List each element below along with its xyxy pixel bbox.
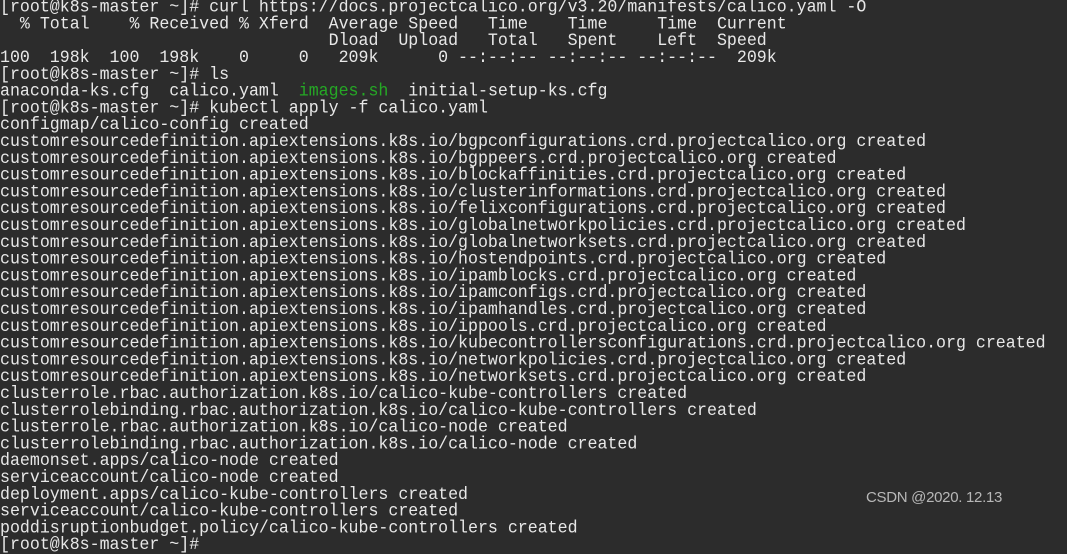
- terminal-line: [root@k8s-master ~]#: [0, 537, 1046, 554]
- terminal-output[interactable]: [root@k8s-master ~]# curl https://docs.p…: [0, 0, 1046, 553]
- terminal-text: [root@k8s-master ~]#: [0, 535, 199, 554]
- watermark: CSDN @2020. 12.13: [866, 489, 1002, 506]
